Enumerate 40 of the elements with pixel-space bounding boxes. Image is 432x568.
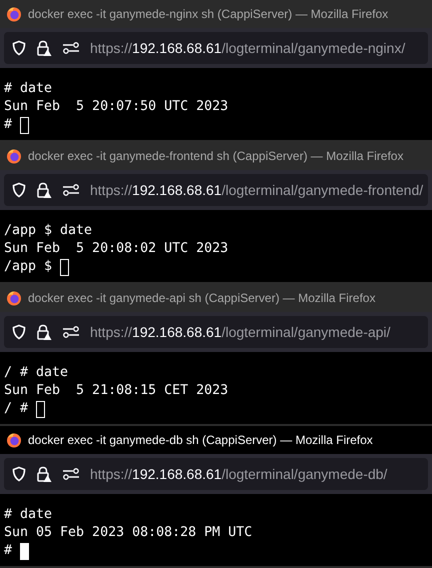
- url-text: https://192.168.68.61/logterminal/ganymede-api/: [90, 322, 390, 342]
- terminal-line: # date: [4, 80, 52, 98]
- terminal-line: Sun Feb 5 21:08:15 CET 2023: [4, 382, 228, 400]
- shield-icon[interactable]: [12, 466, 26, 482]
- permissions-icon[interactable]: [62, 42, 80, 54]
- firefox-icon: [6, 290, 22, 306]
- address-bar[interactable]: https://192.168.68.61/logterminal/ganymede-db/: [4, 458, 428, 490]
- url-text: https://192.168.68.61/logterminal/ganymede-frontend/: [90, 180, 424, 200]
- firefox-icon: [6, 148, 22, 164]
- permissions-icon[interactable]: [62, 326, 80, 338]
- shield-icon[interactable]: [12, 324, 26, 340]
- window-title: docker exec -it ganymede-frontend sh (CappiServer) — Mozilla Firefox: [28, 148, 404, 165]
- shell-prompt: #: [4, 542, 14, 560]
- shell-prompt: #: [4, 116, 14, 134]
- url-text: https://192.168.68.61/logterminal/ganymede-nginx/: [90, 38, 406, 58]
- address-bar[interactable]: https://192.168.68.61/logterminal/ganymede-frontend/: [4, 174, 428, 206]
- window-title: docker exec -it ganymede-db sh (CappiServer) — Mozilla Firefox: [28, 432, 373, 449]
- url-text: https://192.168.68.61/logterminal/ganymede-db/: [90, 464, 388, 484]
- permissions-icon[interactable]: [62, 184, 80, 196]
- terminal-line: # date: [4, 506, 52, 524]
- firefox-icon: [6, 6, 22, 22]
- terminal-line: / # date: [4, 364, 68, 382]
- permissions-icon[interactable]: [62, 468, 80, 480]
- window-title: docker exec -it ganymede-nginx sh (CappiServer) — Mozilla Firefox: [28, 6, 388, 23]
- shield-icon[interactable]: [12, 182, 26, 198]
- window-title: docker exec -it ganymede-api sh (CappiServer) — Mozilla Firefox: [28, 290, 376, 307]
- address-bar[interactable]: https://192.168.68.61/logterminal/ganymede-nginx/: [4, 32, 428, 64]
- lock-warning-icon[interactable]: [36, 466, 52, 482]
- terminal-line: Sun Feb 5 20:08:02 UTC 2023: [4, 240, 228, 258]
- shield-icon[interactable]: [12, 40, 26, 56]
- shell-prompt: /app $: [4, 258, 54, 276]
- lock-warning-icon[interactable]: [36, 182, 52, 198]
- terminal-line: Sun 05 Feb 2023 08:08:28 PM UTC: [4, 524, 252, 542]
- lock-warning-icon[interactable]: [36, 40, 52, 56]
- shell-prompt: / #: [4, 400, 30, 418]
- terminal-line: Sun Feb 5 20:07:50 UTC 2023: [4, 98, 228, 116]
- firefox-icon: [6, 432, 22, 448]
- lock-warning-icon[interactable]: [36, 324, 52, 340]
- terminal-line: /app $ date: [4, 222, 92, 240]
- address-bar[interactable]: https://192.168.68.61/logterminal/ganymede-api/: [4, 316, 428, 348]
